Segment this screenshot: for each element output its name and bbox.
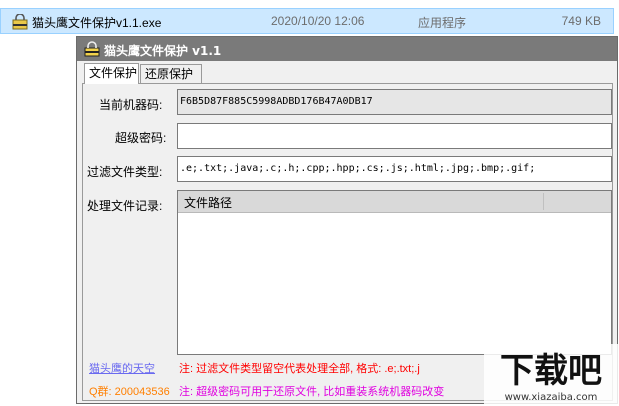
password-note: 注: 超级密码可用于还原文件, 比如重装系统机器码改变	[179, 386, 445, 398]
window-titlebar[interactable]: 猫头鹰文件保护 v1.1	[77, 37, 617, 61]
xiazaiba-watermark-logo: 下载吧 www.xiazaiba.com	[484, 344, 619, 406]
filter-note: 注: 过滤文件类型留空代表处理全部, 格式: .e;.txt;.j	[179, 363, 420, 375]
super-password-label: 超级密码:	[115, 131, 167, 145]
file-name: 猫头鹰文件保护v1.1.exe	[32, 16, 162, 30]
super-password-field[interactable]	[177, 123, 612, 149]
window-title: 猫头鹰文件保护 v1.1	[104, 44, 222, 58]
file-size: 749 KB	[561, 14, 601, 28]
records-label: 处理文件记录:	[87, 199, 163, 213]
tab-restore-protect[interactable]: 还原保护	[140, 64, 202, 83]
machine-code-field[interactable]: F6B5D87F885C5998ADBD176B47A0DB17	[177, 89, 612, 115]
qq-group-text: Q群: 200043536	[89, 386, 170, 398]
filter-types-field[interactable]: .e;.txt;.java;.c;.h;.cpp;.hpp;.cs;.js;.h…	[177, 156, 612, 182]
records-list[interactable]: 文件路径	[177, 190, 612, 355]
tab-file-protect[interactable]: 文件保护	[84, 63, 139, 84]
exe-app-icon	[12, 14, 28, 30]
file-list-row[interactable]: 猫头鹰文件保护v1.1.exe 2020/10/20 12:06 应用程序 74…	[0, 8, 614, 34]
svg-text:下载吧: 下载吧	[500, 351, 602, 391]
records-list-header: 文件路径	[178, 191, 611, 213]
file-type: 应用程序	[418, 16, 467, 30]
machine-code-label: 当前机器码:	[99, 98, 163, 112]
svg-text:www.xiazaiba.com: www.xiazaiba.com	[505, 392, 598, 403]
file-date: 2020/10/20 12:06	[271, 14, 365, 28]
app-lock-icon	[84, 41, 100, 57]
column-file-path[interactable]: 文件路径	[184, 194, 232, 211]
column-divider	[543, 193, 544, 210]
filter-types-label: 过滤文件类型:	[87, 165, 163, 179]
author-link[interactable]: 猫头鹰的天空	[89, 360, 155, 376]
